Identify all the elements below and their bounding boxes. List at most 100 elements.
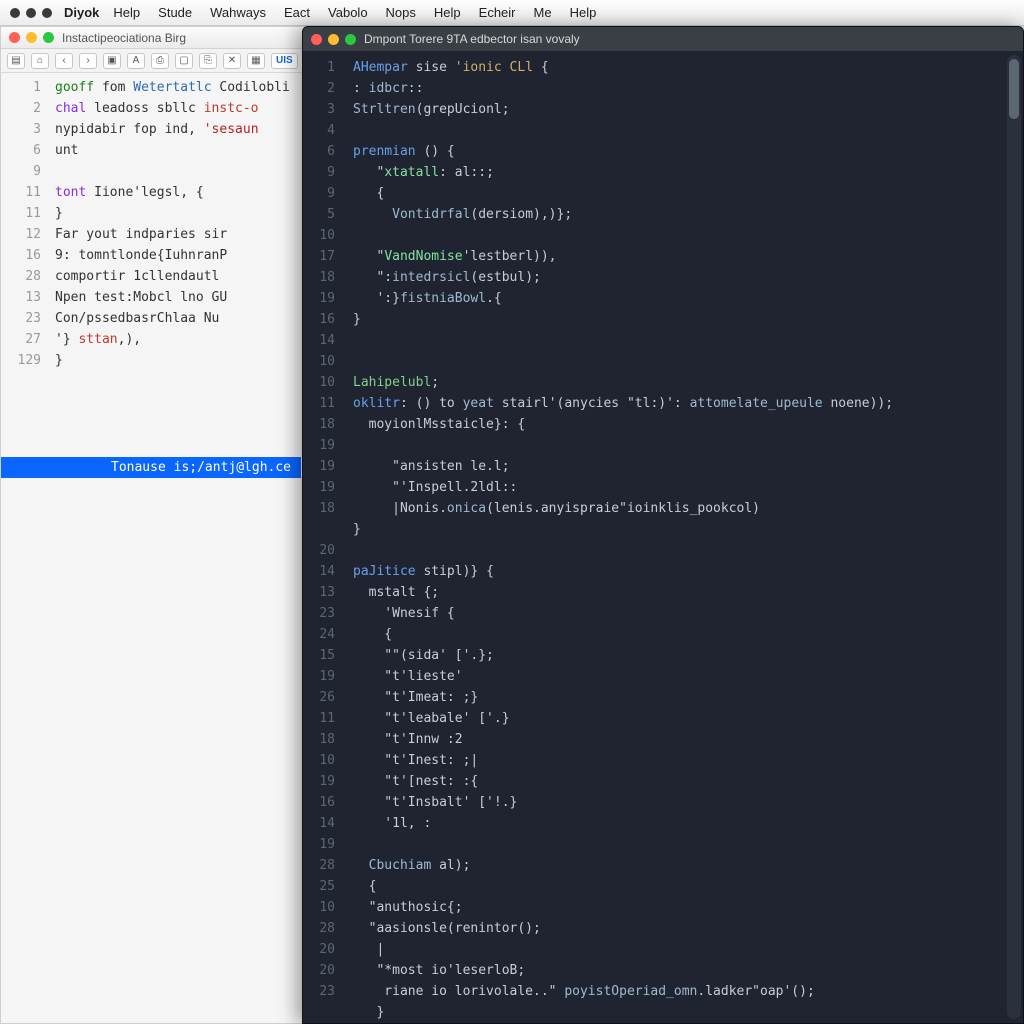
code-line[interactable]: Far yout indparies sir	[55, 224, 290, 245]
code-line[interactable]: : idbcr::	[353, 78, 1023, 99]
code-line[interactable]: }	[55, 203, 290, 224]
code-line[interactable]: }	[353, 309, 1023, 330]
code-line[interactable]: {	[353, 876, 1023, 897]
code-line[interactable]	[353, 540, 1023, 561]
line-number	[303, 519, 335, 540]
code-line[interactable]: "xtatall: al::;	[353, 162, 1023, 183]
code-line[interactable]: ""(sida' ['.};	[353, 645, 1023, 666]
code-line[interactable]: ":intedrsicl(estbul);	[353, 267, 1023, 288]
code-line[interactable]: }	[353, 519, 1023, 540]
light-code-area[interactable]: gooff fom Wetertatlc Codilobli chal lead…	[49, 73, 290, 375]
code-line[interactable]	[55, 161, 290, 182]
code-line[interactable]: "VandNomise'lestberl)),	[353, 246, 1023, 267]
menubar-item[interactable]: Help	[434, 5, 461, 20]
toolbar-badge[interactable]: UIS	[271, 53, 298, 69]
code-line[interactable]: nypidabir fop ind, 'sesaun	[55, 119, 290, 140]
code-line[interactable]: unt	[55, 140, 290, 161]
code-line[interactable]: comportir 1cllendautl	[55, 266, 290, 287]
dark-code-area[interactable]: AHempar sise 'ionic CLl {: idbcr::Strltr…	[345, 51, 1023, 1023]
code-line[interactable]: Lahipelubl;	[353, 372, 1023, 393]
code-line[interactable]: }	[55, 350, 290, 371]
toolbar-button[interactable]: ✕	[223, 53, 241, 69]
menubar-item[interactable]: Eact	[284, 5, 310, 20]
code-line[interactable]: "t'[nest: :{	[353, 771, 1023, 792]
menubar-item[interactable]: Stude	[158, 5, 192, 20]
menubar-item[interactable]: Help	[113, 5, 140, 20]
minimize-icon[interactable]	[328, 34, 339, 45]
code-line[interactable]: gooff fom Wetertatlc Codilobli	[55, 77, 290, 98]
code-line[interactable]: paJitice stipl)} {	[353, 561, 1023, 582]
code-line[interactable]: riane io lorivolale.." poyistOperiad_omn…	[353, 981, 1023, 1002]
toolbar-button[interactable]: ⎘	[199, 53, 217, 69]
code-line[interactable]: |Nonis.onica(lenis.anyispraie"ioinklis_p…	[353, 498, 1023, 519]
toolbar-button[interactable]: ▤	[7, 53, 25, 69]
foreground-editor-window[interactable]: Dmpont Torere 9TA edbector isan vovaly 1…	[302, 26, 1024, 1024]
code-line[interactable]: }	[353, 1002, 1023, 1023]
code-line[interactable]	[353, 834, 1023, 855]
code-line[interactable]: "*most io'leserloB;	[353, 960, 1023, 981]
traffic-lights[interactable]	[9, 32, 54, 43]
code-line[interactable]: Vontidrfal(dersiom),)};	[353, 204, 1023, 225]
scrollbar-thumb[interactable]	[1009, 59, 1019, 119]
menubar-item[interactable]: Me	[534, 5, 552, 20]
toolbar-button[interactable]: A	[127, 53, 145, 69]
code-line[interactable]: 9: tomntlonde{IuhnranP	[55, 245, 290, 266]
toolbar-button[interactable]: ›	[79, 53, 97, 69]
code-line[interactable]: {	[353, 624, 1023, 645]
minimize-icon[interactable]	[26, 32, 37, 43]
code-line[interactable]: '} sttan,),	[55, 329, 290, 350]
code-line[interactable]	[353, 120, 1023, 141]
code-line[interactable]: moyionlMsstaicle}: {	[353, 414, 1023, 435]
line-number: 3	[1, 119, 41, 140]
selected-line[interactable]: Tonause is;/antj@lgh.ce	[1, 457, 301, 478]
code-line[interactable]: "t'Inest: ;|	[353, 750, 1023, 771]
code-line[interactable]: '1l, :	[353, 813, 1023, 834]
code-line[interactable]	[353, 351, 1023, 372]
code-line[interactable]: tont Iione'legsl, {	[55, 182, 290, 203]
code-line[interactable]: ':}fistniaBowl.{	[353, 288, 1023, 309]
toolbar-button[interactable]: ‹	[55, 53, 73, 69]
toolbar-button[interactable]: ⌂	[31, 53, 49, 69]
code-line[interactable]: Npen test:Mobcl lno GU	[55, 287, 290, 308]
close-icon[interactable]	[9, 32, 20, 43]
code-line[interactable]: |	[353, 939, 1023, 960]
zoom-icon[interactable]	[43, 32, 54, 43]
toolbar-button[interactable]: ⎙	[151, 53, 169, 69]
traffic-lights[interactable]	[311, 34, 356, 45]
code-line[interactable]: mstalt {;	[353, 582, 1023, 603]
code-line[interactable]: "t'leabale' ['.}	[353, 708, 1023, 729]
vertical-scrollbar[interactable]	[1007, 55, 1021, 1019]
code-line[interactable]: "anuthosic{;	[353, 897, 1023, 918]
menubar-item[interactable]: Wahways	[210, 5, 266, 20]
toolbar-button[interactable]: ▢	[175, 53, 193, 69]
code-line[interactable]: AHempar sise 'ionic CLl {	[353, 57, 1023, 78]
toolbar-button[interactable]: ▦	[247, 53, 265, 69]
code-line[interactable]: "t'Insbalt' ['!.}	[353, 792, 1023, 813]
code-line[interactable]: oklitr: () to yeat stairl'(anycies "tl:)…	[353, 393, 1023, 414]
code-line[interactable]: Cbuchiam al);	[353, 855, 1023, 876]
close-icon[interactable]	[311, 34, 322, 45]
code-line[interactable]: Strltren(grepUcionl;	[353, 99, 1023, 120]
dark-titlebar[interactable]: Dmpont Torere 9TA edbector isan vovaly	[303, 27, 1023, 51]
code-line[interactable]	[353, 435, 1023, 456]
zoom-icon[interactable]	[345, 34, 356, 45]
code-line[interactable]: {	[353, 183, 1023, 204]
code-line[interactable]	[353, 225, 1023, 246]
menubar-item[interactable]: Vabolo	[328, 5, 368, 20]
code-line[interactable]: "t'Innw :2	[353, 729, 1023, 750]
menubar-item[interactable]: Help	[570, 5, 597, 20]
code-line[interactable]	[353, 330, 1023, 351]
code-line[interactable]: "'Inspell.2ldl::	[353, 477, 1023, 498]
menubar-item[interactable]: Echeir	[479, 5, 516, 20]
code-line[interactable]: "t'lieste'	[353, 666, 1023, 687]
toolbar-button[interactable]: ▣	[103, 53, 121, 69]
code-line[interactable]: "ansisten le.l;	[353, 456, 1023, 477]
code-line[interactable]: "t'Imeat: ;}	[353, 687, 1023, 708]
code-line[interactable]: prenmian () {	[353, 141, 1023, 162]
code-line[interactable]: Con/pssedbasrChlaa Nu	[55, 308, 290, 329]
menubar-app-name[interactable]: Diyok	[64, 5, 99, 20]
code-line[interactable]: "aasionsle(renintor();	[353, 918, 1023, 939]
code-line[interactable]: chal leadoss sbllc instc-o	[55, 98, 290, 119]
code-line[interactable]: 'Wnesif {	[353, 603, 1023, 624]
menubar-item[interactable]: Nops	[386, 5, 416, 20]
